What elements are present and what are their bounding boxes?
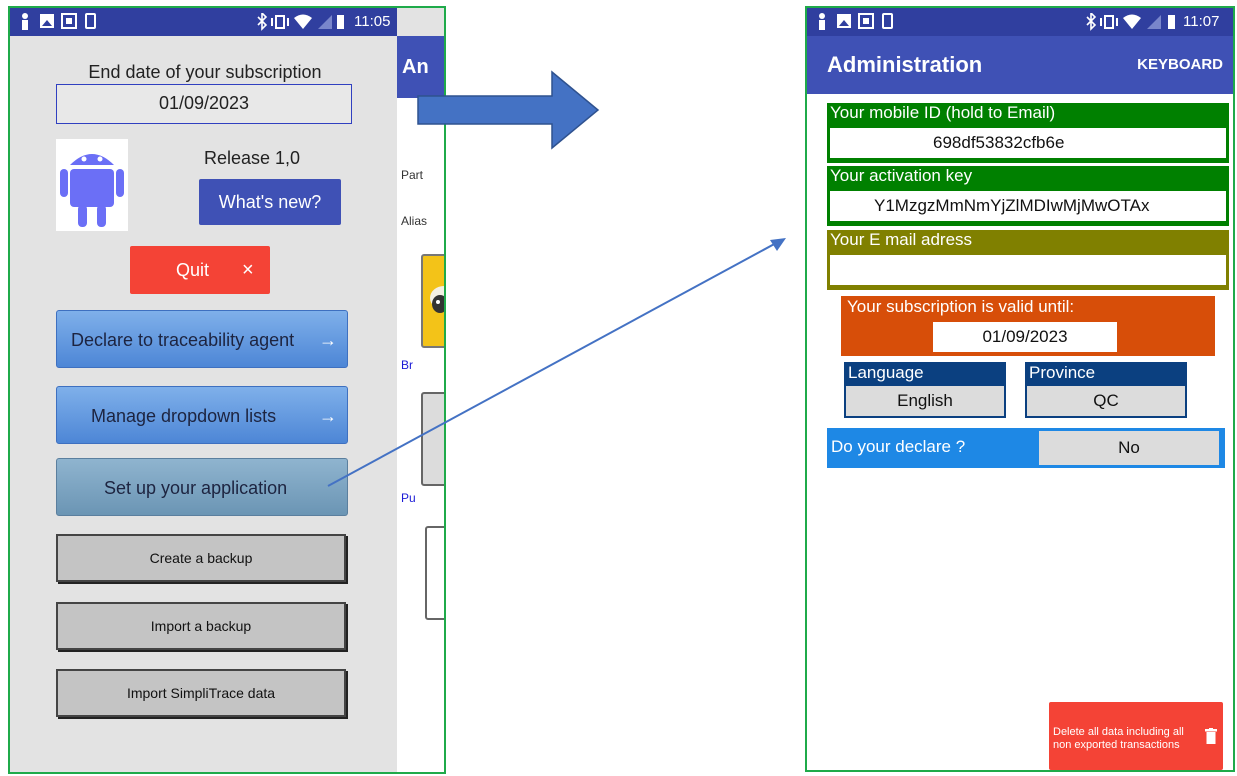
pointer-line bbox=[327, 241, 779, 487]
status-time: 11:07 bbox=[1183, 13, 1220, 30]
mobile-id-field[interactable]: Your mobile ID (hold to Email) 698df5383… bbox=[827, 103, 1229, 163]
status-bar: 11:07 bbox=[807, 8, 1233, 36]
declare-label: Do your declare ? bbox=[831, 437, 966, 456]
email-label: Your E mail adress bbox=[830, 230, 973, 249]
keyboard-action-button[interactable]: KEYBOARD bbox=[1137, 56, 1223, 73]
trash-icon bbox=[1205, 728, 1217, 744]
delete-all-data-button[interactable]: Delete all data including all non export… bbox=[1049, 702, 1223, 770]
app-bar: Administration KEYBOARD bbox=[807, 36, 1233, 94]
right-phone-screen: 11:07 Administration KEYBOARD Your mobil… bbox=[805, 6, 1235, 772]
province-value[interactable]: QC bbox=[1027, 386, 1185, 416]
notification-icons bbox=[819, 13, 893, 30]
system-icons bbox=[1083, 11, 1179, 36]
big-arrow-shape bbox=[417, 70, 600, 150]
province-label: Province bbox=[1029, 363, 1096, 382]
activation-key-label: Your activation key bbox=[830, 166, 973, 185]
email-field[interactable]: Your E mail adress bbox=[827, 230, 1229, 290]
activation-key-field[interactable]: Your activation key Y1MzgzMmNmYjZlMDIwMj… bbox=[827, 166, 1229, 226]
subscription-valid-date[interactable]: 01/09/2023 bbox=[933, 322, 1117, 352]
email-input[interactable] bbox=[830, 255, 1226, 285]
delete-all-data-label: Delete all data including all non export… bbox=[1053, 726, 1184, 751]
activation-key-input[interactable]: Y1MzgzMmNmYjZlMDIwMjMwOTAx bbox=[830, 191, 1226, 221]
subscription-valid-box: Your subscription is valid until: 01/09/… bbox=[841, 296, 1215, 356]
subscription-valid-label: Your subscription is valid until: bbox=[847, 297, 1075, 316]
mobile-id-label: Your mobile ID (hold to Email) bbox=[830, 103, 1056, 122]
wifi-battery-icons bbox=[1086, 11, 1175, 31]
declare-row: Do your declare ? No bbox=[827, 428, 1225, 468]
page-title: Administration bbox=[827, 52, 983, 77]
declare-toggle[interactable]: No bbox=[1039, 431, 1219, 465]
language-label: Language bbox=[848, 363, 924, 382]
language-value[interactable]: English bbox=[846, 386, 1004, 416]
language-select[interactable]: Language English bbox=[844, 362, 1006, 418]
province-select[interactable]: Province QC bbox=[1025, 362, 1187, 418]
status-icons-left bbox=[817, 12, 895, 35]
mobile-id-value[interactable]: 698df53832cfb6e bbox=[830, 128, 1226, 158]
